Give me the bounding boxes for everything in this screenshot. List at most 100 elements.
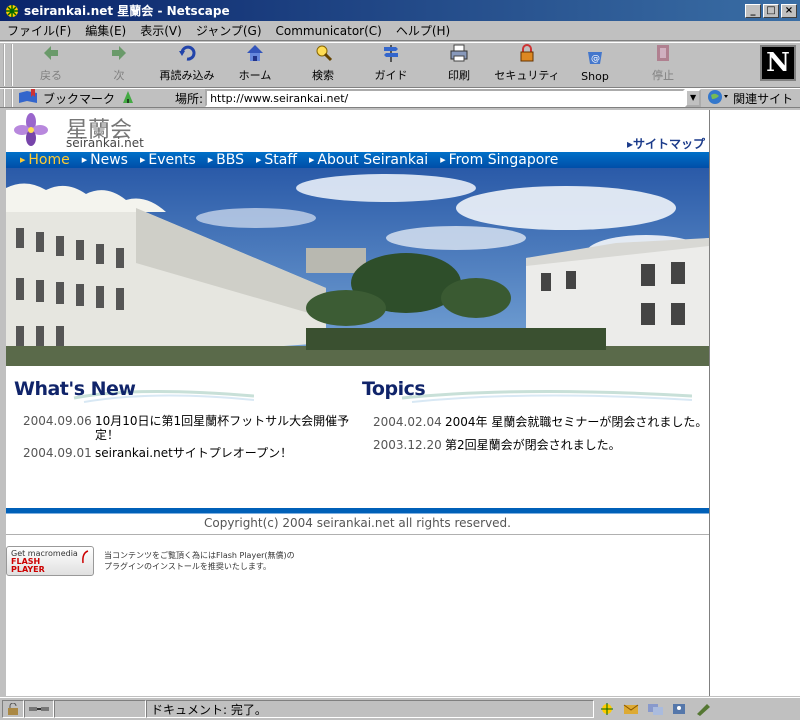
topic-text[interactable]: 2004年 星蘭会就職セミナーが閉会されました。 (445, 415, 707, 429)
back-label: 戻る (40, 69, 62, 82)
guide-icon (380, 42, 402, 64)
news-item[interactable]: 2004.09.06 10月10日に第1回星蘭杯フットサル大会開催予定！ (23, 414, 353, 442)
stop-icon (652, 42, 674, 64)
guide-button[interactable]: ガイド (357, 43, 425, 87)
forward-label: 次 (113, 69, 125, 82)
nav-events-label: Events (148, 152, 196, 168)
composer-icon[interactable] (694, 702, 712, 716)
menu-help[interactable]: ヘルプ(H) (389, 22, 457, 39)
nav-arrow-icon: ▶ (20, 156, 26, 164)
shop-icon: @ (584, 45, 606, 67)
topic-text[interactable]: 第2回星蘭会が閉会されました。 (445, 438, 621, 452)
sitemap-link[interactable]: ▸サイトマップ (627, 135, 705, 152)
nav-bbs[interactable]: ▶ BBS (202, 152, 250, 168)
menu-communicator[interactable]: Communicator(C) (269, 24, 389, 38)
reload-icon (176, 42, 198, 64)
search-label: 検索 (312, 69, 334, 82)
security-lock-icon (516, 42, 538, 64)
flash-badge-main: FLASH PLAYER (11, 557, 45, 574)
netscape-app-icon (4, 3, 20, 19)
search-icon (312, 42, 334, 64)
progress-meter (54, 700, 146, 718)
navigator-icon[interactable] (598, 702, 616, 716)
site-header: 星蘭会 seirankai.net ▸サイトマップ (6, 110, 709, 152)
maximize-button[interactable]: □ (763, 3, 779, 18)
url-input[interactable] (205, 89, 686, 107)
address-book-icon[interactable] (670, 702, 688, 716)
topic-date: 2004.02.04 (373, 415, 442, 429)
component-bar (598, 702, 712, 716)
location-bar-grip[interactable] (3, 89, 13, 107)
menu-view[interactable]: 表示(V) (133, 22, 189, 39)
print-label: 印刷 (448, 69, 470, 82)
site-nav-bar: ▶ Home ▶ News ▶ Events ▶ BBS ▶ Staff ▶ About S… (6, 152, 709, 168)
forward-arrow-icon (108, 42, 130, 64)
security-label: セキュリティ (494, 69, 560, 82)
toolbar-grip[interactable] (3, 44, 13, 86)
print-button[interactable]: 印刷 (425, 43, 493, 87)
get-flash-player-button[interactable]: Get macromedia FLASH PLAYER (6, 546, 94, 576)
search-button[interactable]: 検索 (289, 43, 357, 87)
menu-file[interactable]: ファイル(F) (0, 22, 78, 39)
forward-button[interactable]: 次 (85, 43, 153, 87)
window-title: seirankai.net 星蘭会 - Netscape (24, 4, 230, 18)
topic-item[interactable]: 2004.02.04 2004年 星蘭会就職セミナーが閉会されました。 (373, 415, 709, 429)
newsgroup-icon[interactable] (646, 702, 664, 716)
reload-button[interactable]: 再読み込み (153, 43, 221, 87)
topic-date: 2003.12.20 (373, 438, 442, 452)
nav-about-label: About Seirankai (317, 152, 429, 168)
security-button[interactable]: セキュリティ (493, 43, 561, 87)
nav-arrow-icon: ▶ (440, 156, 446, 164)
location-label: 場所: (175, 91, 204, 106)
sitemap-label: サイトマップ (632, 137, 705, 151)
flash-install-note: 当コンテンツをご覧頂く為にはFlash Player(無償)の プラグインのイン… (104, 551, 295, 571)
menu-edit[interactable]: 編集(E) (78, 22, 133, 39)
connection-status-icon[interactable] (24, 700, 54, 718)
close-button[interactable]: × (781, 3, 797, 18)
shop-button[interactable]: @ Shop (561, 43, 629, 87)
stop-label: 停止 (652, 69, 674, 82)
nav-about[interactable]: ▶ About Seirankai (303, 152, 434, 168)
nav-staff[interactable]: ▶ Staff (250, 152, 303, 168)
mail-icon[interactable] (622, 702, 640, 716)
url-dropdown-button[interactable]: ▼ (685, 89, 702, 107)
content-right-margin (709, 110, 800, 696)
netscape-logo[interactable]: N (760, 45, 796, 81)
related-sites-button[interactable]: 関連サイト (707, 89, 793, 108)
home-label: ホーム (238, 69, 272, 82)
back-button[interactable]: 戻る (17, 43, 85, 87)
bookmarks-label: ブックマーク (43, 91, 116, 106)
nav-events[interactable]: ▶ Events (134, 152, 202, 168)
topic-item[interactable]: 2003.12.20 第2回星蘭会が閉会されました。 (373, 438, 709, 452)
copyright: Copyright(c) 2004 seirankai.net all righ… (203, 516, 511, 530)
back-arrow-icon (40, 42, 62, 64)
svg-text:@: @ (591, 54, 600, 64)
news-text[interactable]: seirankai.netサイトプレオープン！ (95, 446, 292, 460)
menu-bar: ファイル(F) 編集(E) 表示(V) ジャンプ(G) Communicator… (0, 21, 800, 41)
nav-arrow-icon: ▶ (207, 156, 214, 164)
nav-home[interactable]: ▶ Home (14, 152, 76, 168)
page-proxy-icon[interactable] (121, 89, 135, 108)
navigation-toolbar: 戻る 次 再読み込み ホーム 検索 ガイド 印刷 セキュリティ @ Shop 停… (0, 42, 800, 88)
home-button[interactable]: ホーム (221, 43, 289, 87)
status-message: ドキュメント: 完了。 (146, 700, 594, 718)
nav-arrow-icon: ▶ (256, 156, 262, 164)
orchid-logo[interactable] (14, 112, 48, 148)
news-item[interactable]: 2004.09.01 seirankai.netサイトプレオープン！ (23, 446, 353, 460)
home-icon (244, 42, 266, 64)
news-text[interactable]: 10月10日に第1回星蘭杯フットサル大会開催予定！ (95, 414, 353, 442)
related-sites-icon (707, 89, 729, 108)
site-domain: seirankai.net (66, 136, 144, 150)
nav-news[interactable]: ▶ News (76, 152, 134, 168)
menu-go[interactable]: ジャンプ(G) (189, 22, 269, 39)
nav-news-label: News (90, 152, 128, 168)
window-title-bar[interactable]: seirankai.net 星蘭会 - Netscape _ □ × (0, 0, 800, 21)
reload-label: 再読み込み (159, 69, 215, 82)
minimize-button[interactable]: _ (745, 3, 761, 18)
nav-from-singapore[interactable]: ▶ From Singapore (434, 152, 564, 168)
nav-bbs-label: BBS (216, 152, 245, 168)
stop-button[interactable]: 停止 (629, 43, 697, 87)
bookmarks-button[interactable]: ブックマーク (17, 88, 116, 108)
related-sites-label: 関連サイト (733, 91, 794, 106)
security-status-icon[interactable] (2, 700, 24, 718)
